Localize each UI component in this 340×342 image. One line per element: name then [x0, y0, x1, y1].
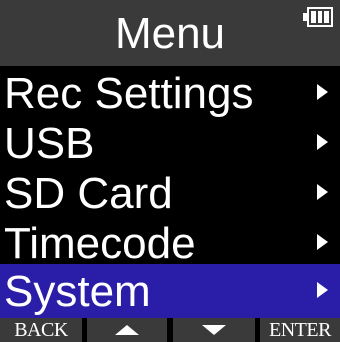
chevron-right-icon	[317, 184, 328, 200]
chevron-right-icon	[317, 234, 328, 250]
back-button-label: BACK	[14, 319, 68, 341]
menu-item-timecode[interactable]: Timecode	[0, 216, 340, 270]
down-arrow-icon	[201, 325, 226, 335]
down-button[interactable]	[172, 318, 255, 342]
menu-item-label: System	[4, 267, 151, 316]
chevron-right-icon	[317, 282, 328, 298]
enter-button-label: ENTER	[269, 319, 331, 341]
menu-item-system[interactable]: System	[0, 264, 340, 318]
page-title: Menu	[114, 9, 226, 58]
menu-item-sd-card[interactable]: SD Card	[0, 166, 340, 220]
chevron-right-icon	[317, 84, 328, 100]
softkey-bar: BACK ENTER	[0, 318, 340, 342]
enter-button[interactable]: ENTER	[259, 318, 340, 342]
menu-screen: Menu Rec Settings USB SD Card Timecode S…	[0, 0, 340, 342]
menu-item-usb[interactable]: USB	[0, 116, 340, 170]
chevron-right-icon	[317, 134, 328, 150]
up-arrow-icon	[115, 325, 140, 335]
menu-item-label: Rec Settings	[4, 69, 254, 118]
up-button[interactable]	[87, 318, 168, 342]
menu-item-rec-settings[interactable]: Rec Settings	[0, 66, 340, 120]
back-button[interactable]: BACK	[0, 318, 82, 342]
menu-item-label: Timecode	[4, 219, 196, 268]
title-bar: Menu	[0, 0, 340, 66]
menu-item-label: SD Card	[4, 169, 173, 218]
menu-item-label: USB	[4, 119, 95, 168]
battery-icon	[303, 7, 335, 27]
